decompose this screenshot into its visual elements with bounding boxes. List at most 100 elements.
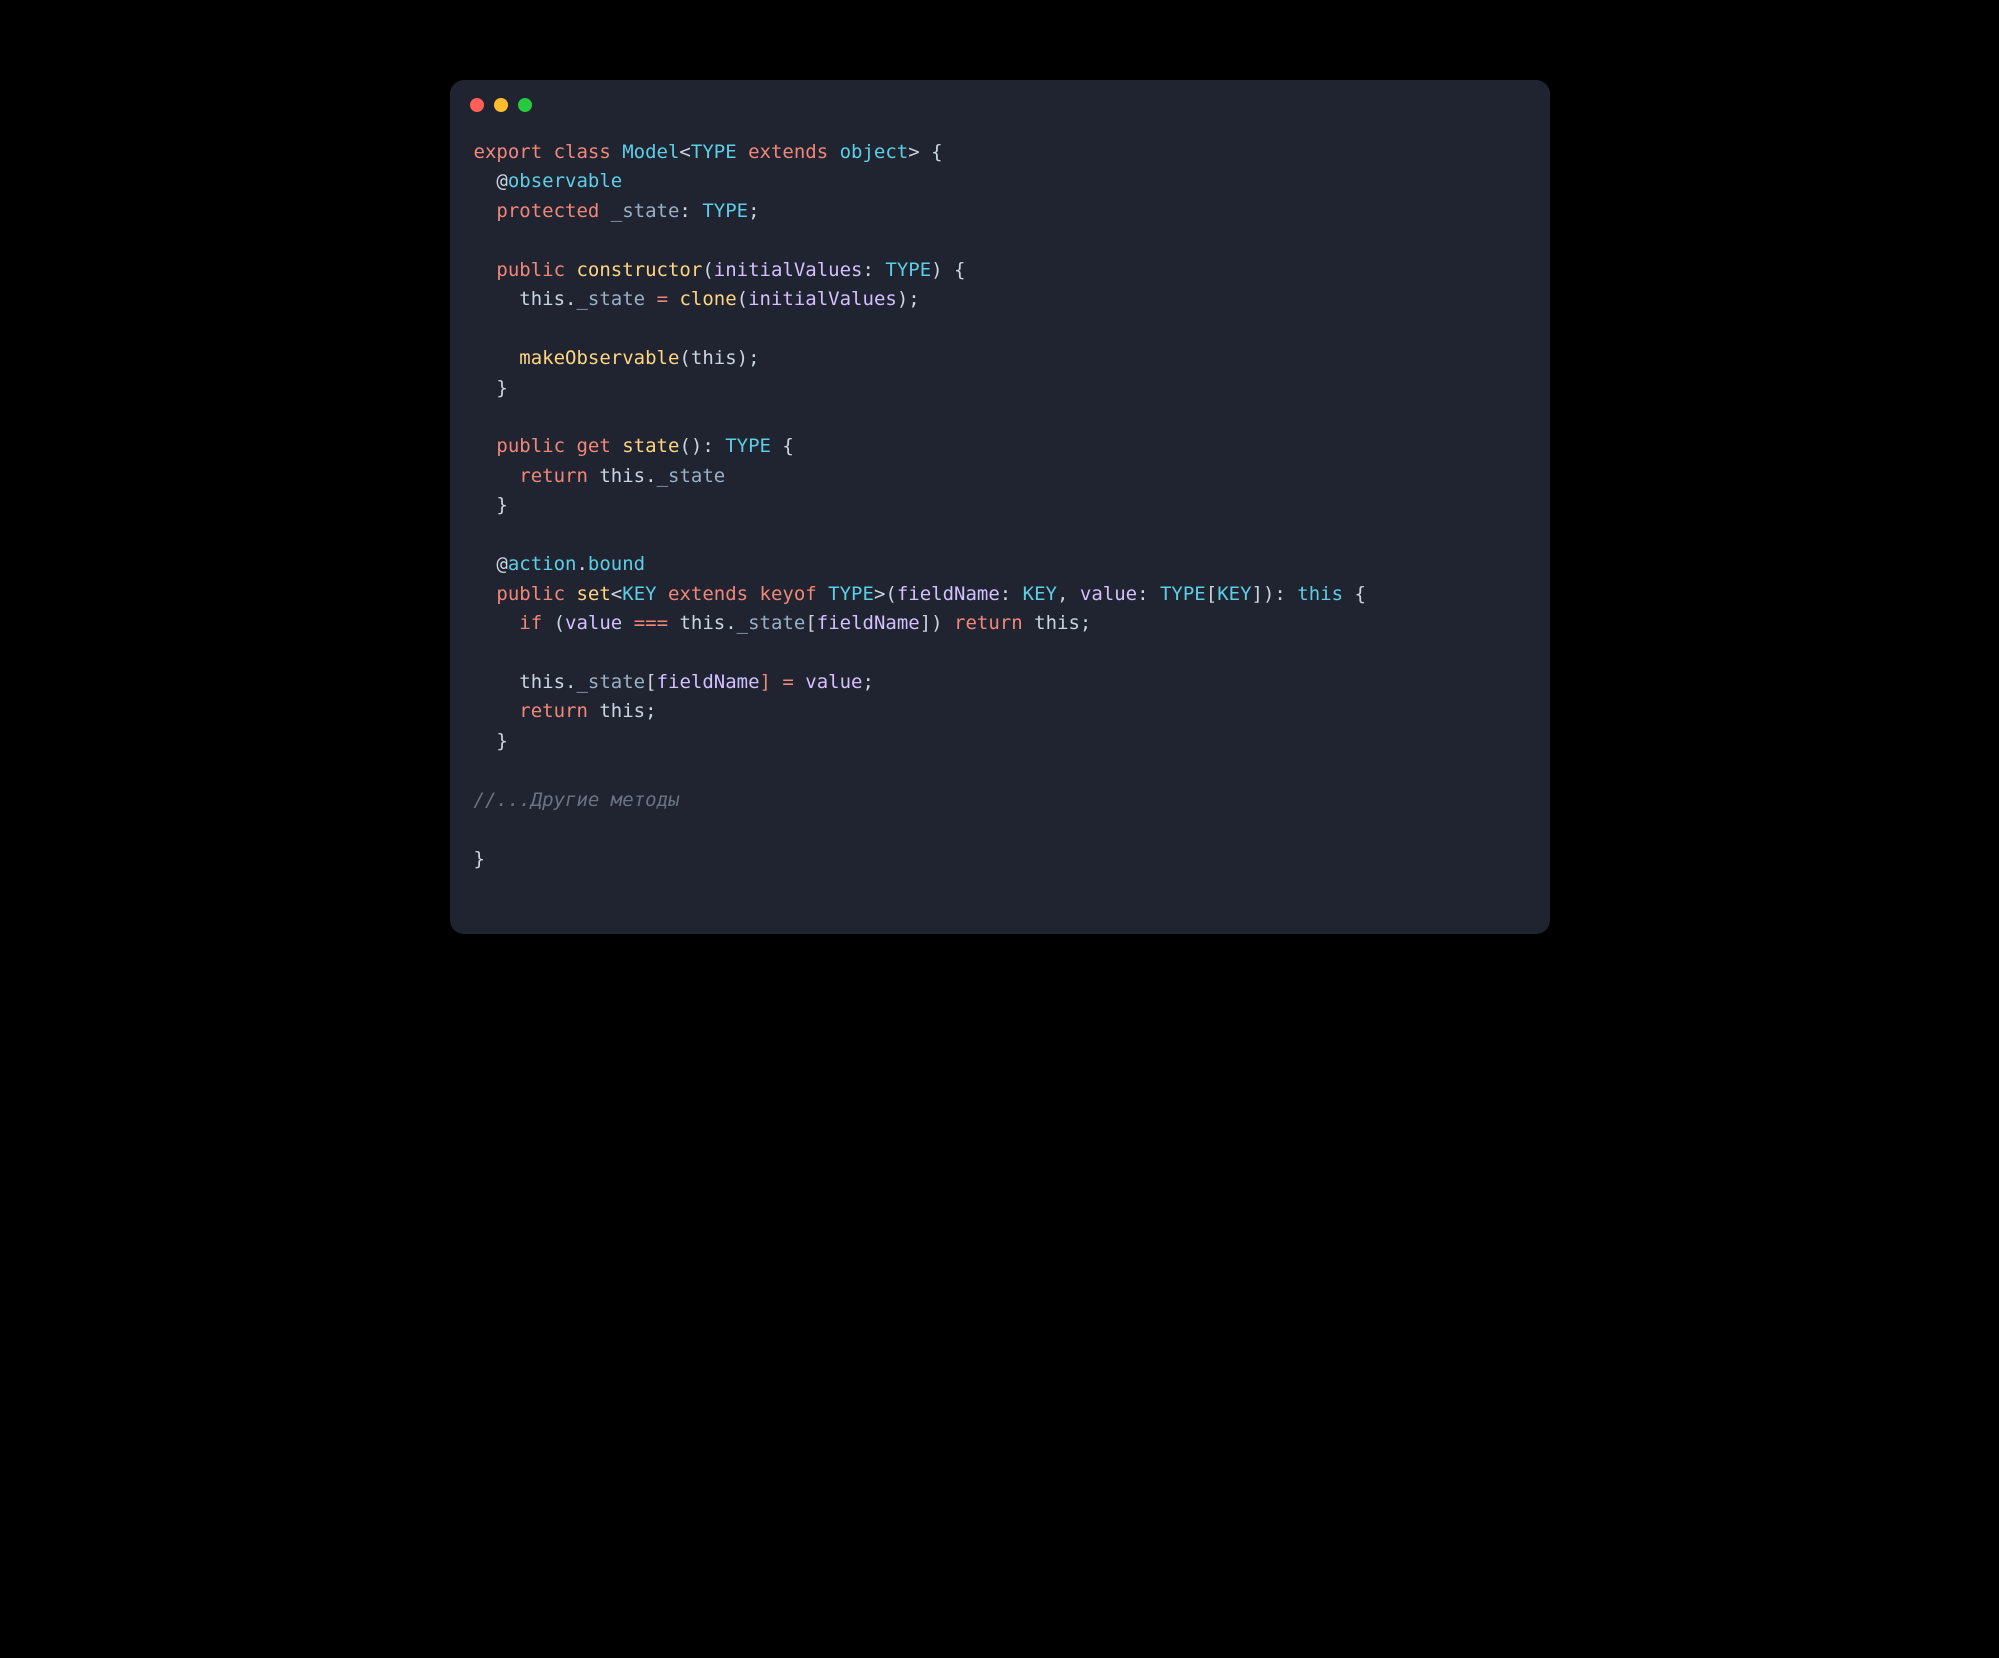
code-token: . [725, 612, 736, 634]
code-token: [ [1206, 583, 1217, 605]
code-token [474, 435, 497, 457]
code-token [474, 347, 520, 369]
code-token: ; [863, 671, 874, 693]
code-token: > { [908, 141, 942, 163]
code-token: value [565, 612, 622, 634]
code-token: this [1034, 612, 1080, 634]
code-token: _state [737, 612, 806, 634]
code-token: this [691, 347, 737, 369]
code-token: . [565, 671, 576, 693]
code-token: keyof [760, 583, 829, 605]
code-token: TYPE [1160, 583, 1206, 605]
code-token: this [599, 465, 645, 487]
code-token: [ [805, 612, 816, 634]
code-token: extends [737, 141, 840, 163]
code-token: ; [1080, 612, 1091, 634]
code-token: KEY [1217, 583, 1251, 605]
code-token: @ [474, 170, 508, 192]
code-token: TYPE [725, 435, 771, 457]
code-token: (): [679, 435, 725, 457]
code-token [474, 583, 497, 605]
code-token: _state [657, 465, 726, 487]
code-token: TYPE [828, 583, 874, 605]
code-token: < [611, 583, 622, 605]
code-token: Model [622, 141, 679, 163]
code-token: _state [576, 288, 645, 310]
code-token: >( [874, 583, 897, 605]
code-token: < [679, 141, 690, 163]
code-token: public [496, 435, 576, 457]
code-token: } [474, 848, 485, 870]
code-token: constructor [576, 259, 702, 281]
code-token: value [805, 671, 862, 693]
code-token: public [496, 259, 576, 281]
window-titlebar [450, 80, 1550, 120]
code-token: KEY [622, 583, 656, 605]
code-token: TYPE [885, 259, 931, 281]
code-token: : [862, 259, 885, 281]
code-token: . [645, 465, 656, 487]
code-token: { [771, 435, 794, 457]
code-token: _state [611, 200, 680, 222]
code-token: protected [496, 200, 610, 222]
code-token: [ [645, 671, 656, 693]
code-token: ( [679, 347, 690, 369]
code-token: //...Другие методы [474, 789, 680, 811]
code-token: value [1080, 583, 1137, 605]
code-token [474, 700, 520, 722]
code-token: fieldName [817, 612, 920, 634]
code-token: KEY [1023, 583, 1057, 605]
code-token: : [679, 200, 702, 222]
code-token [474, 200, 497, 222]
code-token: return [519, 700, 599, 722]
code-token: ]) [920, 612, 954, 634]
code-token: ] = [760, 671, 806, 693]
code-token [474, 612, 520, 634]
code-token: bound [588, 553, 645, 575]
code-token: ( [737, 288, 748, 310]
code-token: action [508, 553, 577, 575]
code-token: = [645, 288, 679, 310]
code-token: ; [645, 700, 656, 722]
close-icon[interactable] [470, 98, 484, 112]
code-token [474, 259, 497, 281]
code-token: clone [679, 288, 736, 310]
code-token: ) { [931, 259, 965, 281]
minimize-icon[interactable] [494, 98, 508, 112]
zoom-icon[interactable] [518, 98, 532, 112]
code-token: ); [737, 347, 760, 369]
code-token: initialValues [714, 259, 863, 281]
code-block: export class Model<TYPE extends object> … [450, 120, 1550, 934]
code-token: set [576, 583, 610, 605]
code-token: ]): [1252, 583, 1298, 605]
code-token: : [1137, 583, 1160, 605]
code-token: ( [554, 612, 565, 634]
code-token: TYPE [702, 200, 748, 222]
code-token: . [576, 553, 587, 575]
code-token: this [1297, 583, 1343, 605]
code-token: ; [748, 200, 759, 222]
code-token [474, 288, 520, 310]
code-token: export [474, 141, 554, 163]
code-token: this [679, 612, 725, 634]
code-token [474, 671, 520, 693]
code-token: ( [702, 259, 713, 281]
code-token: TYPE [691, 141, 737, 163]
code-token: } [474, 730, 508, 752]
code-token: : [1000, 583, 1023, 605]
code-token: return [954, 612, 1034, 634]
code-token: this [599, 700, 645, 722]
code-token: . [565, 288, 576, 310]
code-token: , [1057, 583, 1080, 605]
code-token: this [519, 288, 565, 310]
code-token: @ [474, 553, 508, 575]
code-token: observable [508, 170, 622, 192]
code-token [474, 465, 520, 487]
code-token: public [496, 583, 576, 605]
code-window: export class Model<TYPE extends object> … [450, 80, 1550, 934]
code-token: initialValues [748, 288, 897, 310]
code-token: makeObservable [519, 347, 679, 369]
code-token: class [554, 141, 623, 163]
code-token: _state [576, 671, 645, 693]
code-token: } [474, 377, 508, 399]
